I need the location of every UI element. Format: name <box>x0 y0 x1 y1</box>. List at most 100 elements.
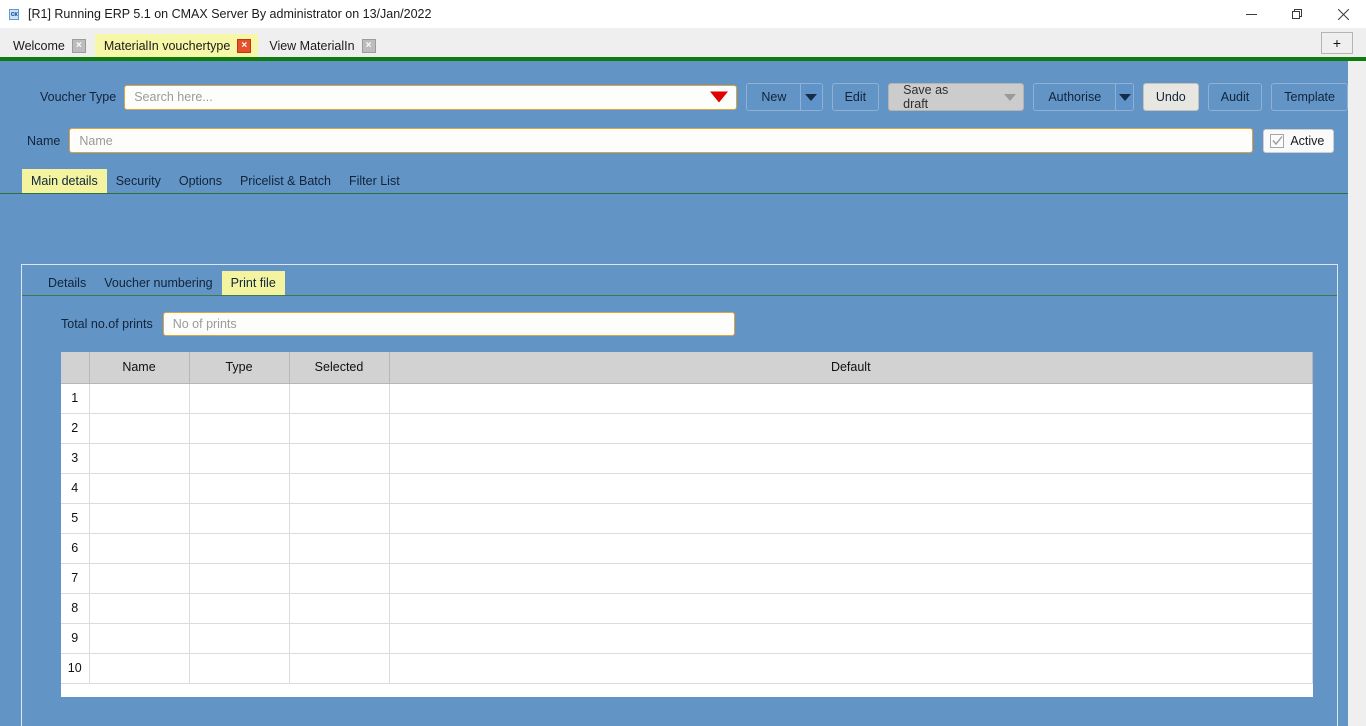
cell-type[interactable] <box>189 473 290 504</box>
row-number[interactable]: 9 <box>61 623 90 654</box>
chevron-down-icon[interactable] <box>800 84 822 110</box>
cell-default[interactable] <box>389 653 1313 684</box>
close-icon[interactable]: × <box>361 38 376 53</box>
cell-type[interactable] <box>189 563 290 594</box>
save-as-draft-button[interactable]: Save as draft <box>888 83 1025 111</box>
cell-name[interactable] <box>89 443 190 474</box>
active-checkbox[interactable]: Active <box>1263 128 1335 153</box>
print-file-grid[interactable]: Name Type Selected Default 1 2 3 4 5 6 7… <box>61 352 1313 697</box>
table-row[interactable]: 5 <box>61 503 1313 534</box>
doc-tab-welcome[interactable]: Welcome × <box>4 34 93 57</box>
cell-type[interactable] <box>189 593 290 624</box>
new-tab-button[interactable]: + <box>1321 32 1353 54</box>
cell-selected[interactable] <box>289 503 390 534</box>
close-icon[interactable]: × <box>71 38 86 53</box>
table-row[interactable]: 10 <box>61 653 1313 684</box>
doc-tab-materialin-vouchertype[interactable]: MaterialIn vouchertype × <box>94 34 259 57</box>
cell-type[interactable] <box>189 443 290 474</box>
cell-default[interactable] <box>389 443 1313 474</box>
cell-type[interactable] <box>189 653 290 684</box>
cell-selected[interactable] <box>289 533 390 564</box>
table-row[interactable]: 2 <box>61 413 1313 444</box>
cell-default[interactable] <box>389 503 1313 534</box>
close-button[interactable] <box>1320 0 1366 28</box>
table-row[interactable]: 8 <box>61 593 1313 624</box>
tab-filter-list[interactable]: Filter List <box>340 169 409 193</box>
table-row[interactable]: 4 <box>61 473 1313 504</box>
total-prints-input[interactable] <box>162 312 735 336</box>
cell-type[interactable] <box>189 383 290 414</box>
cell-name[interactable] <box>89 503 190 534</box>
cell-name[interactable] <box>89 413 190 444</box>
tab-pricelist-batch[interactable]: Pricelist & Batch <box>231 169 340 193</box>
template-button[interactable]: Template <box>1271 83 1348 111</box>
cell-default[interactable] <box>389 533 1313 564</box>
cell-selected[interactable] <box>289 473 390 504</box>
cell-default[interactable] <box>389 383 1313 414</box>
cell-default[interactable] <box>389 593 1313 624</box>
table-row[interactable]: 9 <box>61 623 1313 654</box>
tab-voucher-numbering[interactable]: Voucher numbering <box>95 271 221 295</box>
cell-selected[interactable] <box>289 593 390 624</box>
close-icon[interactable]: × <box>237 38 252 53</box>
cell-selected[interactable] <box>289 623 390 654</box>
authorise-button[interactable]: Authorise <box>1033 83 1134 111</box>
column-header-default[interactable]: Default <box>389 352 1313 384</box>
cell-name[interactable] <box>89 593 190 624</box>
undo-button[interactable]: Undo <box>1142 83 1199 111</box>
cell-type[interactable] <box>189 623 290 654</box>
cell-selected[interactable] <box>289 653 390 684</box>
edit-button[interactable]: Edit <box>831 83 880 111</box>
cell-selected[interactable] <box>289 563 390 594</box>
table-row[interactable]: 1 <box>61 383 1313 414</box>
main-content-area: Voucher Type New Edit Save as draft Auth… <box>0 61 1348 726</box>
chevron-down-icon[interactable] <box>997 84 1024 110</box>
row-number[interactable]: 1 <box>61 383 90 414</box>
column-header-type[interactable]: Type <box>189 352 290 384</box>
cell-name[interactable] <box>89 653 190 684</box>
row-number[interactable]: 2 <box>61 413 90 444</box>
cell-selected[interactable] <box>289 413 390 444</box>
cell-default[interactable] <box>389 623 1313 654</box>
cell-name[interactable] <box>89 533 190 564</box>
cell-name[interactable] <box>89 563 190 594</box>
row-number[interactable]: 4 <box>61 473 90 504</box>
column-header-name[interactable]: Name <box>89 352 190 384</box>
row-number[interactable]: 3 <box>61 443 90 474</box>
row-number[interactable]: 8 <box>61 593 90 624</box>
cell-selected[interactable] <box>289 383 390 414</box>
audit-button[interactable]: Audit <box>1207 83 1263 111</box>
tab-details[interactable]: Details <box>39 271 95 295</box>
search-input[interactable] <box>124 84 738 110</box>
column-header-selected[interactable]: Selected <box>289 352 390 384</box>
new-button[interactable]: New <box>746 83 823 111</box>
cell-name[interactable] <box>89 383 190 414</box>
row-number[interactable]: 7 <box>61 563 90 594</box>
tab-security[interactable]: Security <box>107 169 170 193</box>
minimize-button[interactable] <box>1228 0 1274 28</box>
row-number[interactable]: 5 <box>61 503 90 534</box>
tab-main-details[interactable]: Main details <box>22 169 107 193</box>
table-row[interactable]: 6 <box>61 533 1313 564</box>
restore-button[interactable] <box>1274 0 1320 28</box>
cell-default[interactable] <box>389 563 1313 594</box>
table-row[interactable]: 3 <box>61 443 1313 474</box>
name-input[interactable] <box>69 128 1254 153</box>
doc-tab-view-materialin[interactable]: View MaterialIn × <box>260 34 382 57</box>
cell-default[interactable] <box>389 413 1313 444</box>
cell-type[interactable] <box>189 503 290 534</box>
cell-type[interactable] <box>189 413 290 444</box>
cell-type[interactable] <box>189 533 290 564</box>
cell-default[interactable] <box>389 473 1313 504</box>
row-number[interactable]: 6 <box>61 533 90 564</box>
table-row[interactable]: 7 <box>61 563 1313 594</box>
dropdown-arrow-icon[interactable] <box>710 91 729 103</box>
tab-options[interactable]: Options <box>170 169 231 193</box>
select-all-header[interactable] <box>61 352 90 384</box>
row-number[interactable]: 10 <box>61 653 90 684</box>
cell-selected[interactable] <box>289 443 390 474</box>
cell-name[interactable] <box>89 473 190 504</box>
chevron-down-icon[interactable] <box>1115 84 1133 110</box>
tab-print-file[interactable]: Print file <box>221 271 285 295</box>
cell-name[interactable] <box>89 623 190 654</box>
